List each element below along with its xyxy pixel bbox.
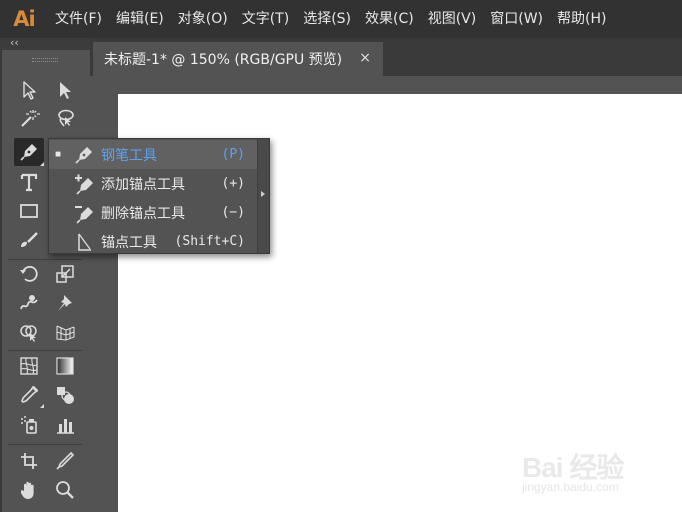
blend-tool[interactable] (50, 381, 80, 409)
rectangle-icon (20, 204, 38, 218)
menu-file[interactable]: 文件(F) (48, 0, 109, 38)
menu-bar: Ai 文件(F) 编辑(E) 对象(O) 文字(T) 选择(S) 效果(C) 视… (0, 0, 682, 38)
anchor-point-icon (78, 233, 91, 251)
puppet-warp-tool[interactable] (50, 289, 80, 317)
add-anchor-point-icon (75, 174, 93, 195)
magic-wand-icon (21, 110, 40, 127)
menu-window[interactable]: 窗口(W) (483, 0, 550, 38)
menu-help[interactable]: 帮助(H) (550, 0, 613, 38)
selected-mark: ■ (54, 149, 62, 160)
perspective-grid-icon (56, 325, 75, 341)
symbol-sprayer-icon (21, 416, 37, 434)
watermark: Bai 经验 jingyan.baidu.com (522, 440, 672, 500)
shape-builder-icon (20, 325, 37, 342)
perspective-grid-tool[interactable] (50, 318, 80, 346)
slice-tool[interactable] (50, 447, 80, 475)
type-tool[interactable] (14, 168, 44, 196)
hand-tool[interactable] (14, 476, 44, 504)
mesh-tool[interactable] (14, 352, 44, 380)
warp-tool[interactable] (14, 289, 44, 317)
hand-icon (21, 481, 34, 499)
type-icon (20, 173, 38, 192)
warp-icon (20, 295, 38, 310)
artboard-tool[interactable] (14, 447, 44, 475)
selection-icon (23, 81, 36, 100)
flyout-item-add-anchor-point[interactable]: 添加锚点工具 (+) (49, 169, 259, 198)
menu-view[interactable]: 视图(V) (421, 0, 484, 38)
eyedropper-icon (21, 385, 39, 403)
delete-anchor-point-icon (75, 205, 93, 224)
tearoff-button[interactable] (257, 139, 269, 253)
app-logo: Ai (13, 7, 35, 31)
collapse-panel-button[interactable]: ‹‹ (10, 36, 19, 49)
lasso-tool[interactable] (50, 104, 80, 132)
flyout-item-label: 钢笔工具 (101, 147, 157, 164)
pin-icon (58, 295, 72, 311)
menu-select[interactable]: 选择(S) (296, 0, 358, 38)
rectangle-tool[interactable] (14, 197, 44, 225)
rotate-tool[interactable] (14, 260, 44, 288)
direct-selection-icon (60, 82, 71, 99)
flyout-item-anchor-point[interactable]: 锚点工具 (Shift+C) (49, 227, 259, 256)
artboard-icon (21, 453, 37, 469)
panel-grip-handle[interactable] (32, 58, 58, 62)
pen-tool-flyout: ■ 钢笔工具 (P) 添加锚点工具 (+) 删除锚点工具 (−) 锚点工具 (S… (48, 138, 270, 254)
column-graph-tool[interactable] (50, 411, 80, 439)
gradient-tool[interactable] (50, 352, 80, 380)
paintbrush-icon (21, 232, 38, 247)
close-tab-button[interactable]: × (359, 50, 371, 66)
direct-selection-tool[interactable] (50, 76, 80, 104)
column-graph-icon (57, 419, 74, 434)
blend-icon (57, 387, 74, 404)
menu-object[interactable]: 对象(O) (171, 0, 235, 38)
mesh-icon (20, 357, 38, 375)
gradient-icon (56, 357, 74, 375)
pen-icon (75, 146, 92, 164)
document-tab[interactable]: 未标题-1* @ 150% (RGB/GPU 预览) × (93, 42, 383, 76)
paintbrush-tool[interactable] (14, 226, 44, 254)
symbol-sprayer-tool[interactable] (14, 411, 44, 439)
document-title: 未标题-1* @ 150% (RGB/GPU 预览) (104, 52, 343, 68)
scale-tool[interactable] (50, 260, 80, 288)
selection-tool[interactable] (14, 76, 44, 104)
pen-icon (20, 144, 37, 161)
menu-effect[interactable]: 效果(C) (358, 0, 421, 38)
scale-icon (56, 265, 74, 283)
rotate-icon (20, 265, 38, 282)
watermark-url: jingyan.baidu.com (522, 480, 619, 494)
zoom-tool[interactable] (50, 476, 80, 504)
shape-builder-tool[interactable] (14, 318, 44, 346)
menu-edit[interactable]: 编辑(E) (109, 0, 171, 38)
tools-panel: ‹‹ (0, 36, 90, 512)
tools-panel-header: ‹‹ (0, 36, 90, 50)
flyout-item-delete-anchor-point[interactable]: 删除锚点工具 (−) (49, 198, 259, 227)
lasso-icon (58, 109, 74, 127)
magic-wand-tool[interactable] (14, 104, 44, 132)
document-tab-bar: 未标题-1* @ 150% (RGB/GPU 预览) × (90, 38, 682, 76)
flyout-item-shortcut: (P) (221, 147, 245, 162)
flyout-item-pen[interactable]: ■ 钢笔工具 (P) (49, 140, 259, 169)
menu-type[interactable]: 文字(T) (235, 0, 296, 38)
chevron-right-icon (261, 191, 265, 197)
slice-icon (56, 451, 75, 470)
zoom-icon (56, 481, 74, 499)
